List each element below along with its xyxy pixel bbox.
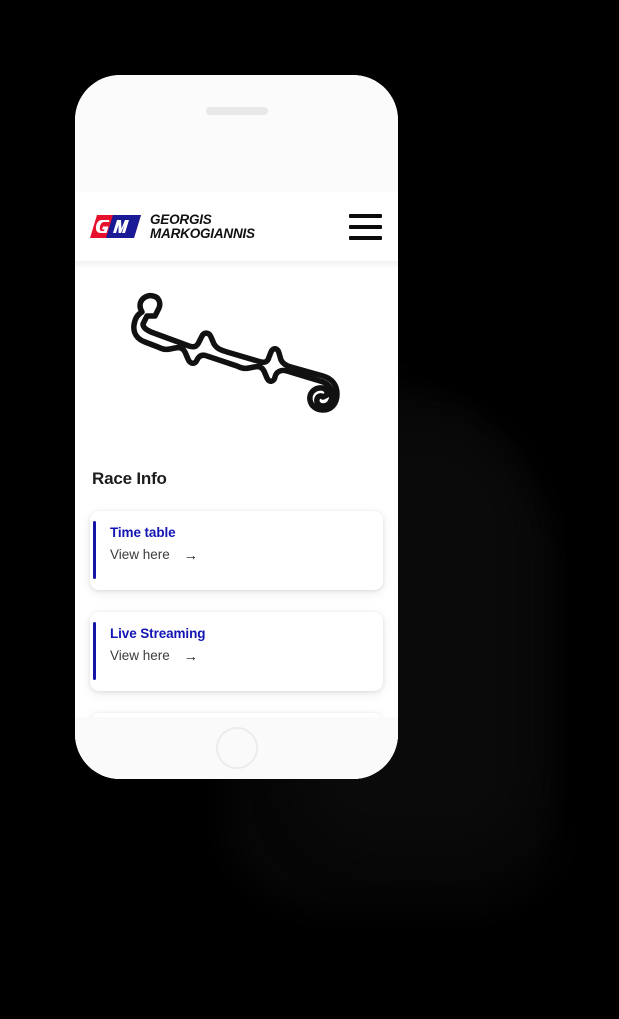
hamburger-bar-1 <box>349 213 382 218</box>
card-link-label: View here <box>110 648 170 663</box>
brand-name-text: GEORGIS MARKOGIANNIS <box>150 211 255 241</box>
brand-line-1: GEORGIS <box>150 211 212 227</box>
phone-top-bezel <box>75 75 398 192</box>
page-content: Race Info Time table View here → Live St… <box>75 267 398 779</box>
card-title: Live Streaming <box>110 626 206 641</box>
app-header-bar: GEORGIS MARKOGIANNIS <box>75 192 398 261</box>
card-accent-bar <box>93 521 96 579</box>
card-link-row[interactable]: View here → <box>110 648 383 663</box>
race-info-card-time-table[interactable]: Time table View here → <box>90 511 383 590</box>
arrow-right-icon: → <box>183 647 198 664</box>
hamburger-menu-icon[interactable] <box>349 213 382 240</box>
card-link-label: View here <box>110 547 170 562</box>
gm-monogram-logo-icon <box>90 215 141 238</box>
home-button[interactable] <box>215 727 258 769</box>
earpiece-speaker-icon <box>205 107 268 115</box>
race-circuit-outline <box>90 267 383 457</box>
arrow-right-icon: → <box>183 546 198 563</box>
hamburger-bar-3 <box>349 235 382 240</box>
phone-bottom-bezel <box>75 717 398 779</box>
page-title: Race Info <box>92 469 167 488</box>
race-circuit-outline-icon <box>130 292 340 413</box>
brand-line-2: MARKOGIANNIS <box>150 225 255 241</box>
hamburger-bar-2 <box>349 224 382 229</box>
card-accent-bar <box>93 622 96 680</box>
race-info-card-live-streaming[interactable]: Live Streaming View here → <box>90 612 383 691</box>
phone-device-mockup: GEORGIS MARKOGIANNIS Race Info Time tabl… <box>75 75 398 779</box>
brand-logo-group[interactable]: GEORGIS MARKOGIANNIS <box>90 211 255 241</box>
card-link-row[interactable]: View here → <box>110 547 383 562</box>
screenshot-stage: GEORGIS MARKOGIANNIS Race Info Time tabl… <box>0 0 619 1019</box>
card-title: Time table <box>110 525 176 540</box>
